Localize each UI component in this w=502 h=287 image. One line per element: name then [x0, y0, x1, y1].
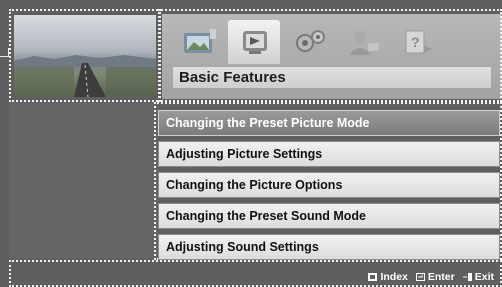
- enter-label: Enter: [427, 271, 455, 283]
- list-item-sound-settings[interactable]: Adjusting Sound Settings: [158, 234, 500, 260]
- help-menu-icon[interactable]: ?: [392, 20, 444, 64]
- exit-label: Exit: [474, 271, 494, 283]
- index-label: Index: [380, 271, 408, 283]
- svg-text:?: ?: [411, 34, 420, 50]
- picture-menu-icon[interactable]: [174, 20, 226, 64]
- list-item-preset-picture-mode[interactable]: Changing the Preset Picture Mode: [158, 110, 500, 136]
- exit-key[interactable]: Exit: [462, 271, 494, 283]
- list-item-preset-sound-mode[interactable]: Changing the Preset Sound Mode: [158, 203, 500, 229]
- index-key[interactable]: Index: [368, 271, 408, 283]
- index-icon: [368, 273, 378, 281]
- list-item-picture-settings[interactable]: Adjusting Picture Settings: [158, 141, 500, 167]
- left-panel: [9, 102, 158, 259]
- support-menu-icon[interactable]: [338, 20, 390, 64]
- tv-menu-icon[interactable]: [228, 20, 280, 64]
- list-item-picture-options[interactable]: Changing the Picture Options: [158, 172, 500, 198]
- footer-keys: Index Enter Exit: [368, 271, 494, 283]
- enter-icon: [415, 273, 425, 281]
- setup-menu-icon[interactable]: [284, 20, 336, 64]
- exit-icon: [462, 273, 472, 281]
- menu-icon-row: ?: [166, 20, 502, 64]
- preview-image: [14, 15, 156, 97]
- enter-key[interactable]: Enter: [415, 271, 455, 283]
- section-title: Basic Features: [173, 67, 491, 88]
